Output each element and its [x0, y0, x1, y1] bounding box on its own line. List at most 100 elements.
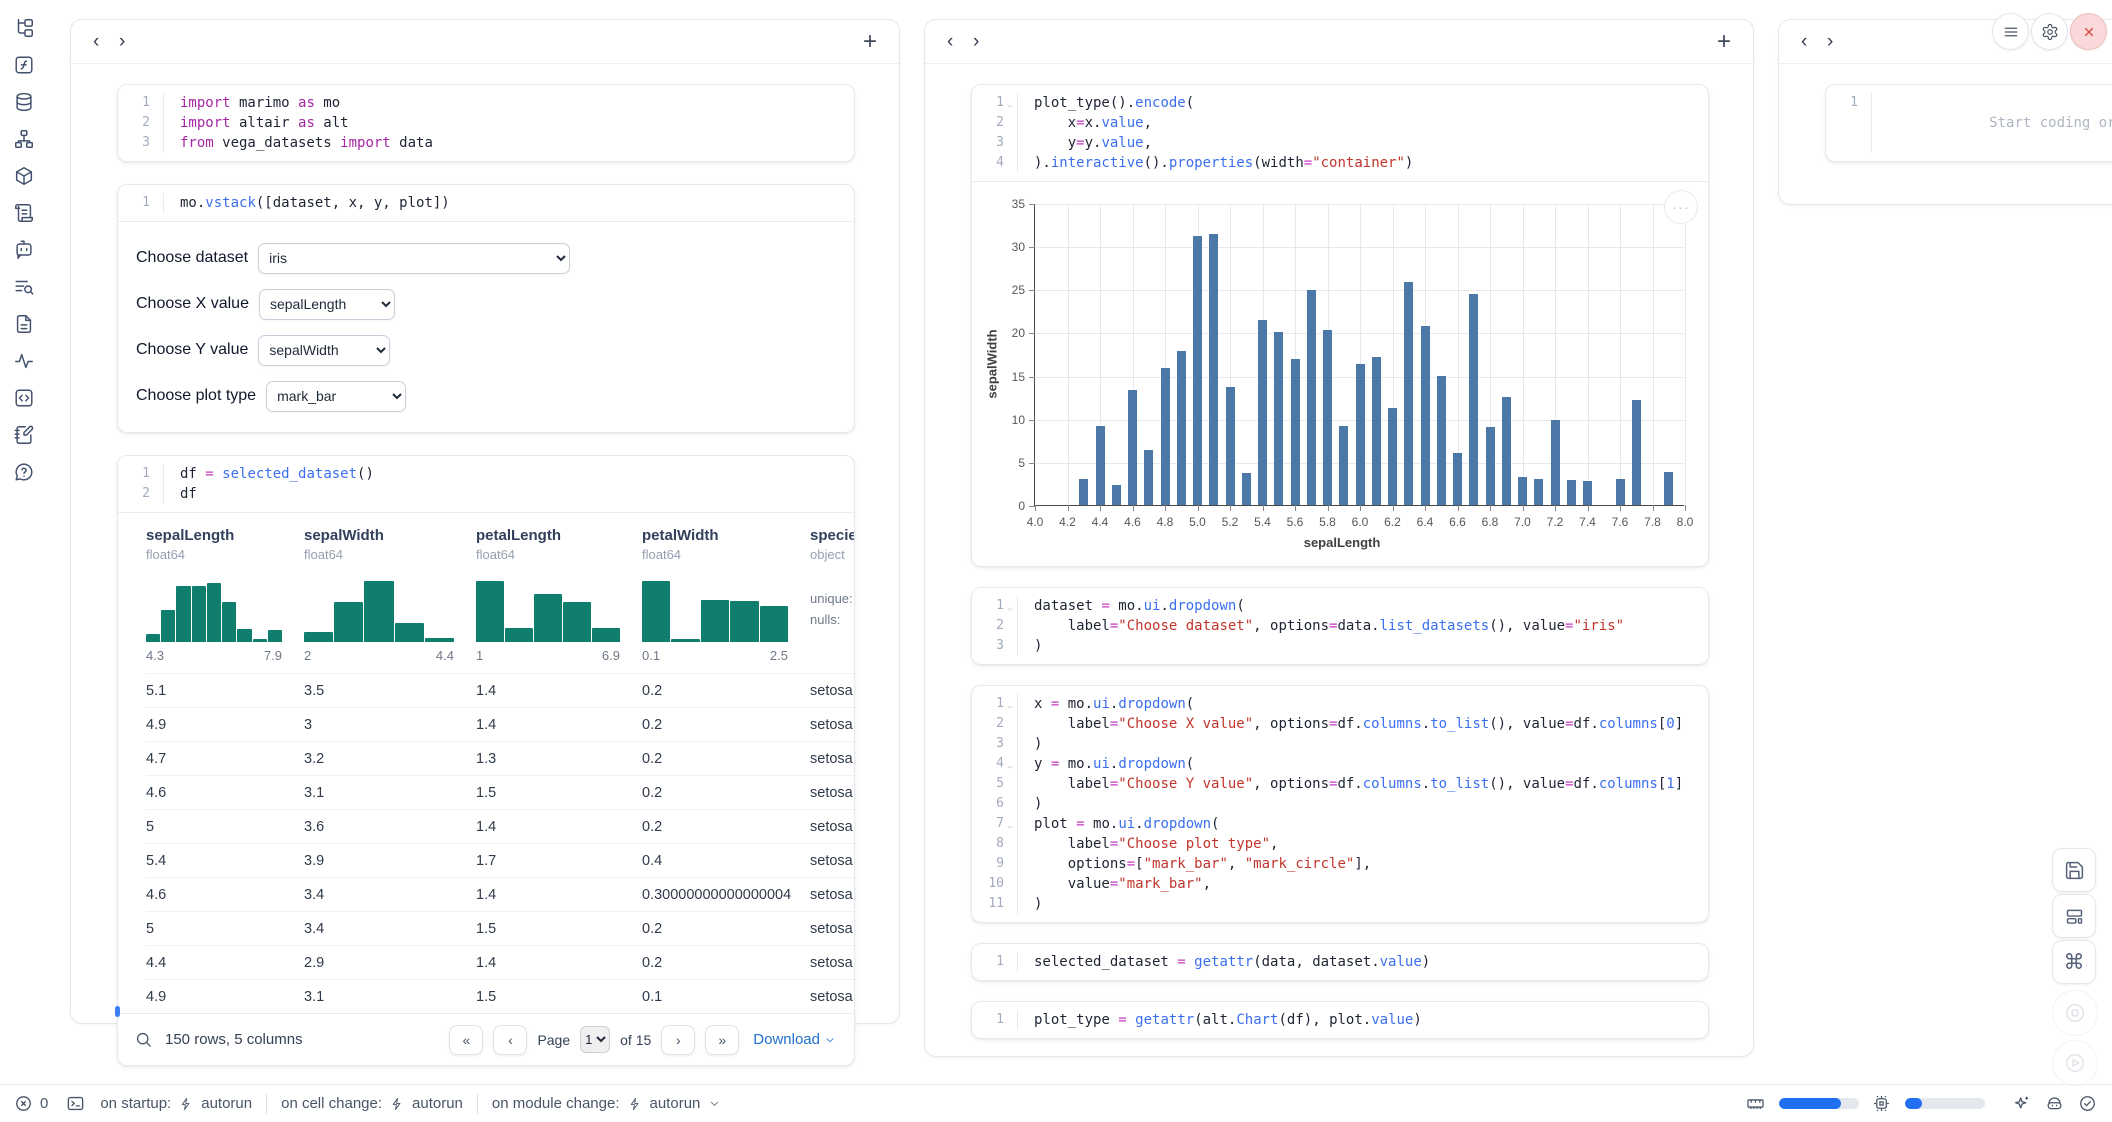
column-histogram: [476, 578, 620, 642]
table-cell-sepalWidth: 3.1: [304, 980, 476, 1013]
chevron-down-icon: [824, 1034, 836, 1046]
histogram-bar: [161, 610, 175, 642]
code-editor[interactable]: Start coding or generate with AI: [1872, 93, 2112, 153]
code-cell[interactable]: 1 selected_dataset = getattr(data, datase…: [971, 943, 1709, 981]
table-cell-petalWidth: 0.2: [642, 946, 810, 979]
table-cell-sepalWidth: 3.1: [304, 776, 476, 809]
code-line: selected_dataset = getattr(data, dataset…: [1034, 952, 1430, 972]
add-column-button[interactable]: +: [1717, 28, 1731, 56]
next-page-button[interactable]: ›: [661, 1025, 695, 1055]
errors-indicator[interactable]: [14, 1094, 34, 1114]
prev-page-button[interactable]: ‹: [493, 1025, 527, 1055]
sidebar-file-text-icon[interactable]: [12, 312, 36, 336]
first-page-button[interactable]: «: [449, 1025, 483, 1055]
altair-bar-chart[interactable]: 4.04.24.44.64.85.05.25.45.65.86.06.26.46…: [984, 192, 1700, 552]
fold-chevron-icon[interactable]: [1006, 698, 1014, 706]
last-page-button[interactable]: »: [705, 1025, 739, 1055]
gridline: [1035, 204, 1684, 205]
add-column-button[interactable]: +: [863, 28, 877, 56]
code-cell[interactable]: 1234plot_type().encode( x=x.value, y=y.v…: [971, 84, 1709, 567]
y-tick-label: 35: [993, 197, 1025, 211]
fold-chevron-icon[interactable]: [1006, 97, 1014, 105]
sidebar-function-square-icon[interactable]: [12, 53, 36, 77]
code-editor[interactable]: 123dataset = mo.ui.dropdown( label="Choo…: [972, 588, 1708, 664]
ai-assistant-button[interactable]: [2012, 1094, 2032, 1114]
sidebar-activity-icon[interactable]: [12, 349, 36, 373]
x-tick-label: 7.0: [1514, 515, 1531, 529]
y-tick-label: 30: [993, 240, 1025, 254]
dropdown-select-choose-y-value[interactable]: sepalWidth: [258, 335, 390, 366]
code-cell[interactable]: 123import marimo as moimport altair as a…: [117, 84, 855, 162]
code-editor[interactable]: 1 selected_dataset = getattr(data, datase…: [972, 944, 1708, 980]
dropdown-select-choose-x-value[interactable]: sepalLength: [259, 289, 395, 320]
runtime-setting-2[interactable]: on cell change:autorun: [281, 1095, 463, 1112]
code-editor[interactable]: 1234567891011x = mo.ui.dropdown( label="…: [972, 686, 1708, 922]
chart-bar: [1632, 400, 1641, 505]
dropdown-select-choose-plot-type[interactable]: mark_bar: [266, 381, 406, 412]
run-button[interactable]: [2052, 1040, 2098, 1086]
x-axis-tick: [1263, 505, 1264, 511]
column-forward-button[interactable]: ›: [1827, 32, 1853, 51]
column-name: petalWidth: [642, 527, 788, 544]
empty-code-cell[interactable]: 1 Start coding or generate with AI: [1825, 84, 2112, 162]
runtime-setting-1[interactable]: on startup:autorun: [100, 1095, 252, 1112]
dropdown-select-choose-dataset[interactable]: iris: [258, 243, 570, 274]
column-forward-button[interactable]: ›: [973, 32, 999, 51]
layout-toggle-button[interactable]: [2052, 894, 2096, 938]
code-cell[interactable]: 1plot_type = getattr(alt.Chart(df), plot…: [971, 1001, 1709, 1039]
status-bar: 0 on startup:autorunon cell change:autor…: [0, 1084, 2112, 1122]
copilot-button[interactable]: [2045, 1094, 2065, 1114]
code-editor[interactable]: 1234plot_type().encode( x=x.value, y=y.v…: [972, 85, 1708, 181]
connection-status-button[interactable]: [2078, 1094, 2098, 1114]
fold-chevron-icon[interactable]: [1006, 600, 1014, 608]
settings-button[interactable]: [2031, 13, 2068, 50]
code-cell[interactable]: 1234567891011x = mo.ui.dropdown( label="…: [971, 685, 1709, 923]
table-cell-petalLength: 1.3: [476, 742, 642, 775]
column-back-button[interactable]: ‹: [1801, 32, 1827, 51]
line-number-text: 6: [996, 796, 1012, 811]
sidebar-sitemap-icon[interactable]: [12, 127, 36, 151]
page-select[interactable]: 1: [580, 1026, 610, 1053]
chart-bar: [1453, 453, 1462, 505]
chart-menu-button[interactable]: ···: [1664, 190, 1698, 224]
column-name: species: [810, 527, 854, 544]
code-editor[interactable]: 1plot_type = getattr(alt.Chart(df), plot…: [972, 1002, 1708, 1038]
save-button[interactable]: [2052, 848, 2096, 892]
notebook-menu-button[interactable]: [1992, 13, 2029, 50]
keyboard-shortcuts-button[interactable]: ⌘: [2052, 940, 2096, 984]
column-back-button[interactable]: ‹: [947, 32, 973, 51]
code-cell[interactable]: 1mo.vstack([dataset, x, y, plot])Choose …: [117, 184, 855, 433]
sidebar-notebook-pen-icon[interactable]: [12, 423, 36, 447]
code-editor[interactable]: 123import marimo as moimport altair as a…: [118, 85, 854, 161]
status-separator: [266, 1094, 267, 1114]
download-button[interactable]: Download: [753, 1031, 836, 1048]
sidebar-database-icon[interactable]: [12, 90, 36, 114]
sidebar-scroll-icon[interactable]: [12, 201, 36, 225]
sidebar-bot-icon[interactable]: [12, 238, 36, 262]
code-line: ): [1034, 734, 1683, 754]
line-number-text: 2: [142, 486, 158, 501]
search-icon[interactable]: [134, 1030, 153, 1049]
shutdown-button[interactable]: [2070, 13, 2107, 50]
histogram-bar: [146, 634, 160, 642]
column-back-button[interactable]: ‹: [93, 32, 119, 51]
fold-chevron-icon[interactable]: [1006, 818, 1014, 826]
terminal-button[interactable]: [66, 1094, 86, 1114]
sidebar-package-icon[interactable]: [12, 164, 36, 188]
x-axis-tick: [1328, 505, 1329, 511]
code-cell[interactable]: 123dataset = mo.ui.dropdown( label="Choo…: [971, 587, 1709, 665]
sidebar-file-tree-icon[interactable]: [12, 16, 36, 40]
sidebar-list-search-icon[interactable]: [12, 275, 36, 299]
chart-bar: [1177, 351, 1186, 505]
histogram-bar: [425, 638, 454, 642]
code-editor[interactable]: 1mo.vstack([dataset, x, y, plot]): [118, 185, 854, 221]
sidebar-code-square-icon[interactable]: [12, 386, 36, 410]
stop-button[interactable]: [2052, 990, 2098, 1036]
fold-chevron-icon[interactable]: [1006, 758, 1014, 766]
code-editor[interactable]: 12df = selected_dataset()df: [118, 456, 854, 512]
line-number-text: 1: [996, 954, 1012, 969]
code-cell[interactable]: 12df = selected_dataset()dfsepalLengthfl…: [117, 455, 855, 1066]
runtime-setting-3[interactable]: on module change:autorun: [492, 1095, 721, 1112]
column-forward-button[interactable]: ›: [119, 32, 145, 51]
sidebar-help-circle-icon[interactable]: [12, 460, 36, 484]
